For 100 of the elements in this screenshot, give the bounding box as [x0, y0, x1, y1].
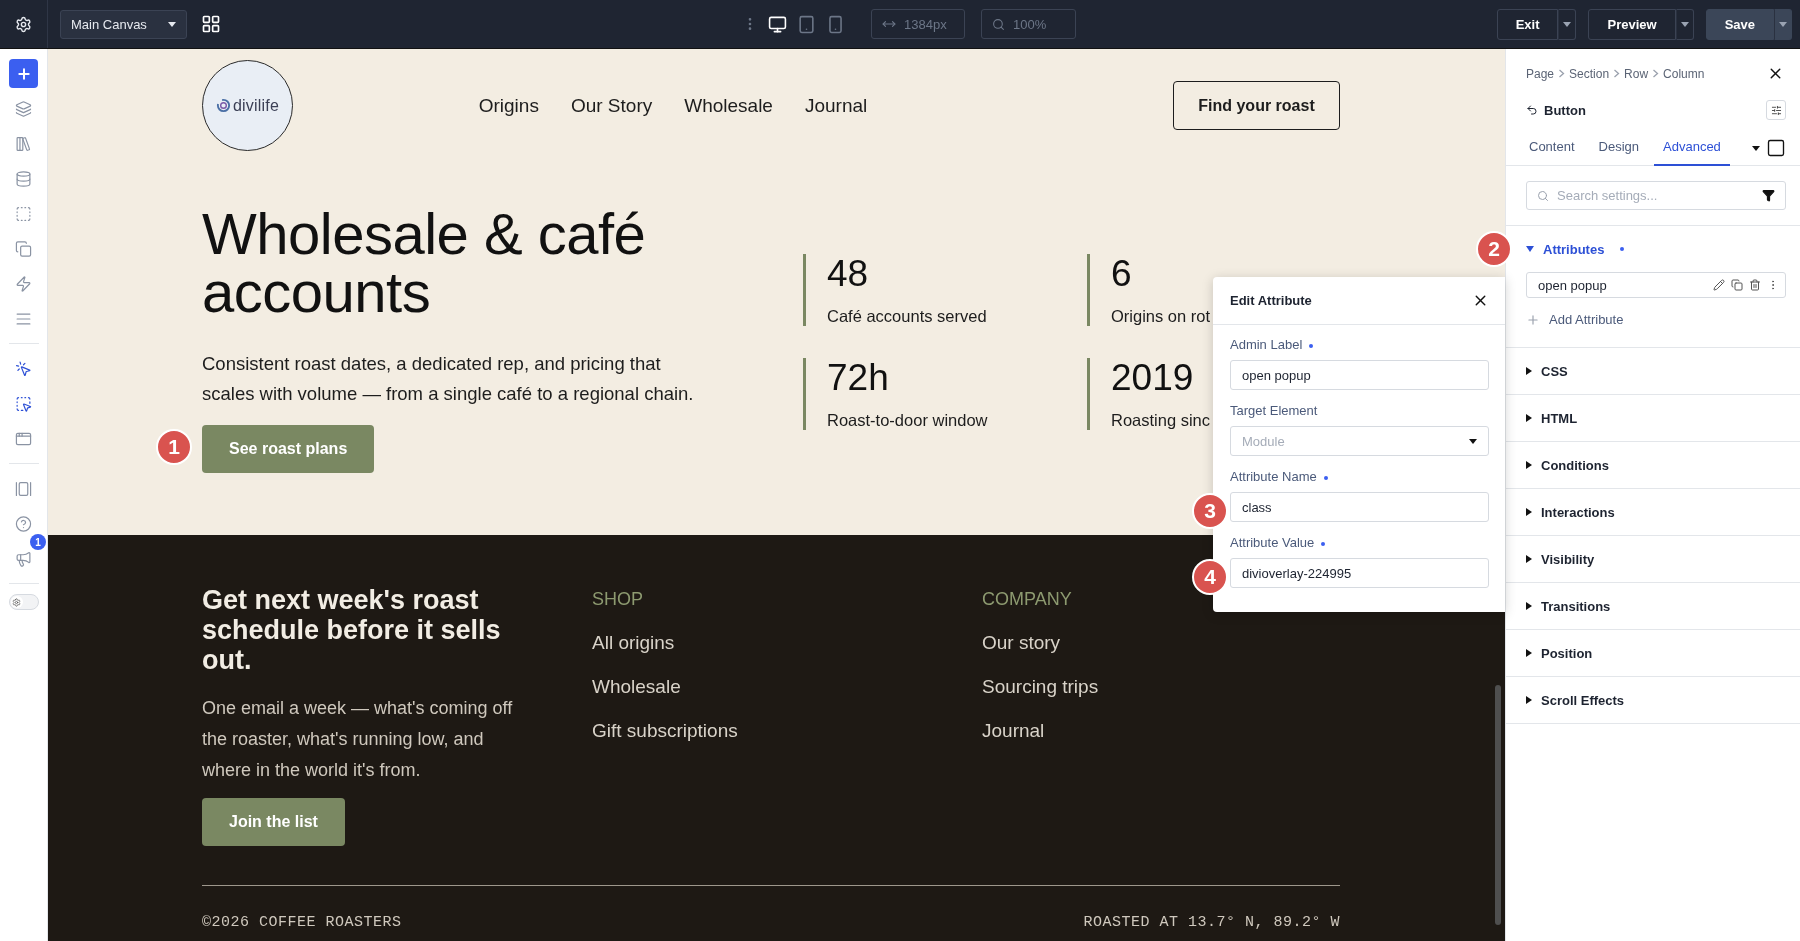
- see-plans-button[interactable]: See roast plans: [202, 425, 375, 473]
- step-marker: 1: [156, 429, 192, 465]
- column-title: SHOP: [592, 589, 644, 610]
- copy-icon[interactable]: [1731, 279, 1743, 291]
- breadcrumb-link[interactable]: Page: [1526, 66, 1555, 81]
- field-label: Attribute Value: [1230, 535, 1488, 550]
- field-label: Target Element: [1230, 403, 1319, 418]
- footer-link[interactable]: Wholesale: [592, 676, 982, 698]
- megaphone-icon: [15, 549, 32, 568]
- section-header[interactable]: Attributes: [1526, 226, 1786, 272]
- caret-icon[interactable]: [1752, 145, 1760, 151]
- swirl-icon: [215, 98, 231, 113]
- toolbar-button[interactable]: Exit: [1496, 8, 1559, 40]
- caret-button[interactable]: [1558, 8, 1577, 40]
- lightning-icon: [15, 274, 32, 293]
- caret-button[interactable]: [1675, 8, 1694, 40]
- search-icon: [1537, 189, 1549, 202]
- section-header[interactable]: Conditions: [1526, 442, 1786, 488]
- toolbar-button[interactable]: Preview: [1588, 8, 1676, 40]
- input-field[interactable]: open popup: [1230, 360, 1489, 390]
- input-field[interactable]: class: [1230, 492, 1489, 522]
- pointer-icon: [15, 359, 32, 378]
- nav-link[interactable]: Journal: [804, 94, 868, 117]
- chevron-icon: [1613, 69, 1621, 78]
- layers-icon: [15, 99, 32, 118]
- scrollbar[interactable]: [1495, 685, 1501, 925]
- step-marker: 4: [1192, 559, 1228, 595]
- chevron-icon: [1558, 69, 1566, 78]
- stat-value: 72h: [827, 358, 890, 398]
- stat-label: Roast-to-door window: [827, 411, 989, 430]
- panel-tab[interactable]: Design: [1589, 131, 1648, 166]
- step-marker: 3: [1192, 493, 1228, 529]
- section-header[interactable]: Scroll Effects: [1526, 677, 1786, 723]
- stat-value: 6: [1111, 254, 1133, 294]
- nav-link[interactable]: Wholesale: [684, 94, 773, 117]
- database-icon: [15, 169, 32, 188]
- gear-icon: [15, 15, 32, 33]
- field-label: Admin Label: [1230, 337, 1488, 352]
- element-name: Button: [1544, 102, 1586, 118]
- panel-tab[interactable]: Content: [1520, 131, 1584, 166]
- theme-toggle[interactable]: [8, 594, 39, 610]
- newsletter-title: Get next week's roast schedule before it sells out.: [202, 585, 502, 675]
- filter-icon[interactable]: [1762, 189, 1775, 202]
- stacked-windows-icon: [15, 479, 32, 498]
- nav-link[interactable]: Origins: [478, 94, 539, 117]
- chevron-icon: [1652, 69, 1660, 78]
- copyright: ©2026 COFFEE ROASTERS: [202, 914, 402, 931]
- breadcrumb-link[interactable]: Section: [1569, 66, 1610, 81]
- section-header[interactable]: HTML: [1526, 395, 1786, 441]
- find-roast-button[interactable]: Find your roast: [1173, 81, 1340, 130]
- hero-text: Consistent roast dates, a dedicated rep, and pricing that scales with volume — from a single café to a regional chain.: [202, 352, 695, 406]
- back-icon[interactable]: [1526, 104, 1538, 116]
- footer-link[interactable]: All origins: [592, 632, 982, 654]
- help-icon: [15, 514, 32, 533]
- breadcrumb-link[interactable]: Column: [1663, 66, 1705, 81]
- stat-label: Origins on rot: [1111, 307, 1210, 326]
- trash-icon[interactable]: [1749, 279, 1761, 291]
- section-header[interactable]: Visibility: [1526, 536, 1786, 582]
- breadcrumb-link[interactable]: Row: [1624, 66, 1649, 81]
- section-header[interactable]: Position: [1526, 630, 1786, 676]
- plus-icon: [15, 65, 32, 82]
- input-field[interactable]: divioverlay-224995: [1230, 558, 1489, 588]
- plus-icon: [1526, 312, 1540, 327]
- footer-link[interactable]: Sourcing trips: [982, 676, 1340, 698]
- section-header[interactable]: CSS: [1526, 348, 1786, 394]
- stat-label: Café accounts served: [827, 307, 988, 326]
- books-icon: [15, 134, 32, 153]
- sliders-icon[interactable]: [1766, 100, 1786, 120]
- add-attribute-button[interactable]: Add Attribute: [1526, 298, 1624, 347]
- toolbar-button[interactable]: Save: [1705, 8, 1774, 40]
- footer-link[interactable]: Journal: [982, 720, 1340, 742]
- logo[interactable]: divilife: [202, 60, 293, 151]
- join-button[interactable]: Join the list: [202, 798, 345, 846]
- canvas-select[interactable]: Main Canvas: [60, 9, 187, 39]
- notification-badge: 1: [30, 534, 46, 550]
- stat-label: Roasting sinc: [1111, 411, 1210, 430]
- caret-button[interactable]: [1774, 8, 1792, 40]
- zoom-icon: [992, 17, 1005, 31]
- section-header[interactable]: Transitions: [1526, 583, 1786, 629]
- stat-value: 48: [827, 254, 870, 294]
- square-icon[interactable]: [1766, 138, 1786, 158]
- copy-icon: [15, 239, 32, 258]
- nav-link[interactable]: Our Story: [570, 94, 653, 117]
- dialog-title: Edit Attribute: [1230, 293, 1312, 308]
- coordinates: ROASTED AT 13.7° N, 89.2° W: [1083, 914, 1340, 931]
- column-title: COMPANY: [982, 589, 1073, 610]
- newsletter-text: One email a week — what's coming off the roaster, what's running low, and where in the world it's from.: [202, 697, 514, 782]
- edit-icon[interactable]: [1713, 279, 1725, 291]
- attribute-item[interactable]: open popup: [1526, 272, 1786, 298]
- section-header[interactable]: Interactions: [1526, 489, 1786, 535]
- add-button[interactable]: [9, 59, 38, 88]
- field-label: Attribute Name: [1230, 469, 1488, 484]
- footer-link[interactable]: Gift subscriptions: [592, 720, 982, 742]
- gear-icon: [12, 597, 21, 607]
- panel-tab[interactable]: Advanced: [1654, 131, 1730, 166]
- hero-title: Wholesale & café accounts: [202, 205, 647, 321]
- search-field[interactable]: Search settings...: [1526, 181, 1786, 210]
- stat-value: 2019: [1111, 358, 1195, 398]
- footer-link[interactable]: Our story: [982, 632, 1340, 654]
- selection-pointer-icon: [15, 394, 32, 413]
